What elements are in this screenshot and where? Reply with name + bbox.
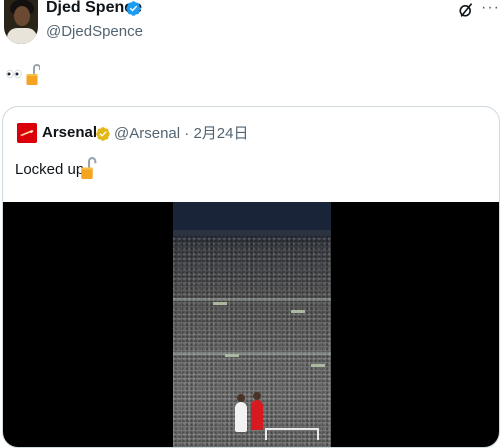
lock-icon [81, 157, 97, 179]
player [251, 400, 263, 430]
more-icon[interactable]: ··· [481, 0, 500, 16]
quoted-author-handle[interactable]: @Arsenal [114, 125, 180, 142]
quoted-post-card[interactable]: Arsenal @Arsenal · 2月24日 Locked up [2, 106, 500, 448]
quoted-author-name[interactable]: Arsenal [42, 123, 97, 143]
eyes-icon [6, 69, 22, 79]
avatar[interactable] [4, 0, 38, 44]
video-frame [173, 202, 331, 447]
quoted-date[interactable]: 2月24日 [193, 125, 248, 142]
lock-icon [26, 64, 40, 85]
verified-badge-icon [126, 1, 141, 16]
video-player[interactable] [3, 202, 499, 447]
author-handle[interactable]: @DjedSpence [46, 23, 143, 41]
meta-separator: · [184, 125, 190, 142]
grok-icon[interactable] [458, 2, 474, 18]
player [235, 402, 247, 432]
arsenal-logo-icon[interactable] [17, 123, 37, 143]
quoted-meta: @Arsenal · 2月24日 [114, 124, 248, 144]
verified-gold-badge-icon [96, 127, 110, 141]
quoted-text: Locked up [15, 161, 85, 178]
